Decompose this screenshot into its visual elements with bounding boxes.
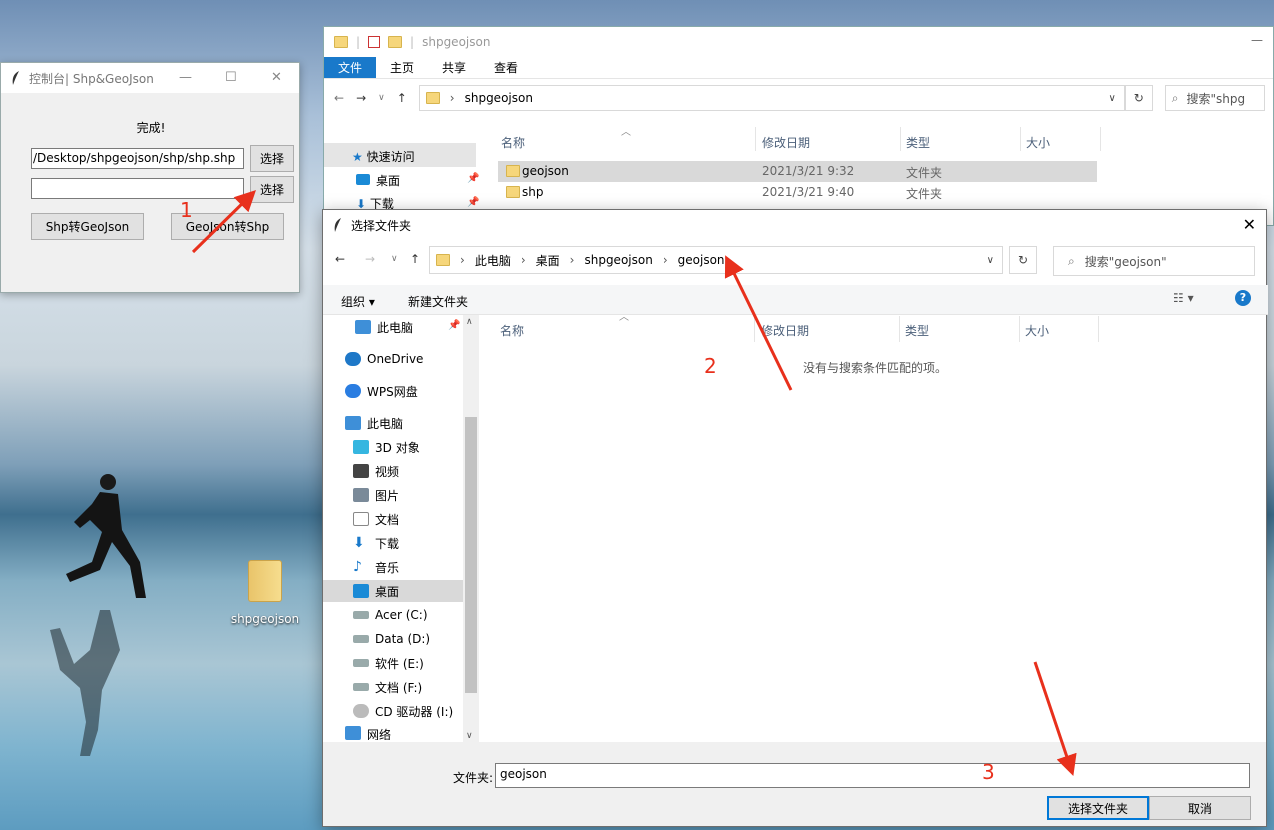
annotation-arrow-3 — [1033, 661, 1077, 776]
annotation-arrow-1 — [191, 190, 256, 254]
annotation-arrows — [191, 190, 1077, 776]
annotation-arrow-2 — [724, 255, 793, 391]
